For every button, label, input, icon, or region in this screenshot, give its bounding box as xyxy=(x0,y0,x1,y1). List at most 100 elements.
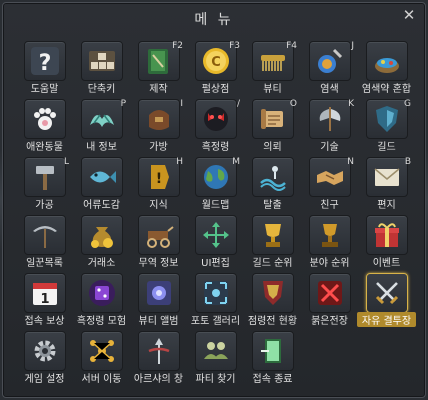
menu-item[interactable]: 탈출 xyxy=(247,157,298,211)
ranking-cup-icon xyxy=(309,215,351,255)
menu-item[interactable]: UI편집 xyxy=(190,215,241,269)
menu-item[interactable]: 이벤트 xyxy=(361,215,412,269)
menu-item-label: 지식 xyxy=(149,200,168,211)
hotkey-label: O xyxy=(289,99,297,109)
menu-item[interactable]: 흑정령 모험 xyxy=(76,273,127,327)
menu-item[interactable]: 서버 이동 xyxy=(76,331,127,385)
menu-item-label: 일꾼목록 xyxy=(26,258,63,269)
dye-brush-icon xyxy=(309,41,351,81)
menu-item[interactable]: 거래소 xyxy=(76,215,127,269)
hotkey-label: B xyxy=(404,157,411,167)
paw-icon xyxy=(24,99,66,139)
menu-item[interactable]: 일꾼목록 xyxy=(19,215,70,269)
trophy-icon xyxy=(252,215,294,255)
svg-text:C: C xyxy=(211,55,221,70)
menu-window: 메 뉴 ✕ ? 도움말 단축키 F2 제작 C F3 펄상점 F4 뷰티 J 염색 염색약 혼합 애완동물… xyxy=(2,2,426,398)
menu-item[interactable]: C F3 펄상점 xyxy=(190,41,241,95)
title-bar[interactable]: 메 뉴 ✕ xyxy=(3,3,425,33)
menu-item[interactable]: 애완동물 xyxy=(19,99,70,153)
menu-item-label: 편지 xyxy=(377,200,396,211)
hammer-icon xyxy=(24,157,66,197)
menu-item[interactable]: F2 제작 xyxy=(133,41,184,95)
menu-item-label: 길드 순위 xyxy=(252,258,293,269)
menu-item[interactable]: 붉은전장 xyxy=(304,273,355,327)
menu-item[interactable]: 뷰티 앨범 xyxy=(133,273,184,327)
menu-item-label: 가방 xyxy=(149,142,168,153)
menu-item-label: 염색약 혼합 xyxy=(361,84,412,95)
menu-item[interactable]: G 길드 xyxy=(361,99,412,153)
calendar-icon: 1 xyxy=(24,273,66,313)
server-move-icon xyxy=(81,331,123,371)
menu-item-label: 어류도감 xyxy=(83,200,120,211)
hotkey-label: G xyxy=(404,99,411,109)
menu-item-label: 아르샤의 창 xyxy=(133,374,184,385)
menu-item[interactable]: 무역 정보 xyxy=(133,215,184,269)
menu-item[interactable]: B 편지 xyxy=(361,157,412,211)
escape-icon xyxy=(252,157,294,197)
menu-item[interactable]: 1 접속 보상 xyxy=(19,273,70,327)
menu-item[interactable]: J 염색 xyxy=(304,41,355,95)
scroll-icon xyxy=(252,99,294,139)
envelope-icon xyxy=(366,157,408,197)
menu-item[interactable]: 게임 설정 xyxy=(19,331,70,385)
menu-item[interactable]: 아르샤의 창 xyxy=(133,331,184,385)
menu-item[interactable]: 파티 찾기 xyxy=(190,331,241,385)
menu-item[interactable]: O 의뢰 xyxy=(247,99,298,153)
menu-item-label: 내 정보 xyxy=(86,142,117,153)
menu-item-label: 기술 xyxy=(320,142,339,153)
menu-item[interactable]: 포토 갤러리 xyxy=(190,273,241,327)
logout-door-icon xyxy=(252,331,294,371)
menu-item[interactable]: 어류도감 xyxy=(76,157,127,211)
menu-item-label: 염색 xyxy=(320,84,339,95)
menu-item[interactable]: 단축키 xyxy=(76,41,127,95)
menu-item[interactable]: N 친구 xyxy=(304,157,355,211)
party-find-icon xyxy=(195,331,237,371)
siege-shield-icon xyxy=(252,273,294,313)
menu-item-label: 분야 순위 xyxy=(309,258,350,269)
menu-item-label: 단축키 xyxy=(87,84,116,95)
menu-item-label: 탈출 xyxy=(263,200,282,211)
menu-item-label: 점령전 현황 xyxy=(247,316,298,327)
hotkey-label: F3 xyxy=(229,41,240,51)
menu-item[interactable]: M 월드맵 xyxy=(190,157,241,211)
menu-item-label: 흑정령 모험 xyxy=(76,316,127,327)
menu-item[interactable]: 자유 결투장 xyxy=(357,273,416,327)
move-arrows-icon xyxy=(195,215,237,255)
menu-item[interactable]: 분야 순위 xyxy=(304,215,355,269)
red-battlefield-icon xyxy=(309,273,351,313)
hotkey-label: F2 xyxy=(172,41,183,51)
hotkey-label: L xyxy=(63,157,69,167)
menu-item[interactable]: L 가공 xyxy=(19,157,70,211)
gear-icon xyxy=(24,331,66,371)
menu-item-label: 흑정령 xyxy=(201,142,230,153)
menu-item[interactable]: K 기술 xyxy=(304,99,355,153)
menu-item-label: 자유 결투장 xyxy=(357,312,416,327)
cart-icon xyxy=(138,215,180,255)
menu-item[interactable]: 길드 순위 xyxy=(247,215,298,269)
menu-item[interactable]: 접속 종료 xyxy=(247,331,298,385)
menu-item-label: 접속 종료 xyxy=(252,374,293,385)
axe-icon xyxy=(309,99,351,139)
menu-item[interactable]: F4 뷰티 xyxy=(247,41,298,95)
menu-item[interactable]: P 내 정보 xyxy=(76,99,127,153)
menu-item-label: UI편집 xyxy=(201,258,230,269)
menu-item[interactable]: 점령전 현황 xyxy=(247,273,298,327)
menu-item-label: 의뢰 xyxy=(263,142,282,153)
menu-item-label: 이벤트 xyxy=(372,258,401,269)
menu-item[interactable]: / 흑정령 xyxy=(190,99,241,153)
hotkey-label: P xyxy=(120,99,126,109)
menu-item[interactable]: I 가방 xyxy=(133,99,184,153)
menu-item[interactable]: ! H 지식 xyxy=(133,157,184,211)
menu-item[interactable]: 염색약 혼합 xyxy=(361,41,412,95)
menu-item-label: 무역 정보 xyxy=(138,258,179,269)
menu-item-label: 제작 xyxy=(149,84,168,95)
menu-item-label: 게임 설정 xyxy=(24,374,65,385)
window-title: 메 뉴 xyxy=(194,12,234,28)
black-spirit-icon xyxy=(195,99,237,139)
menu-item-label: 포토 갤러리 xyxy=(190,316,241,327)
menu-item-label: 붉은전장 xyxy=(311,316,348,327)
handshake-icon xyxy=(309,157,351,197)
menu-item-label: 월드맵 xyxy=(201,200,230,211)
close-icon[interactable]: ✕ xyxy=(401,7,417,23)
menu-item[interactable]: ? 도움말 xyxy=(19,41,70,95)
